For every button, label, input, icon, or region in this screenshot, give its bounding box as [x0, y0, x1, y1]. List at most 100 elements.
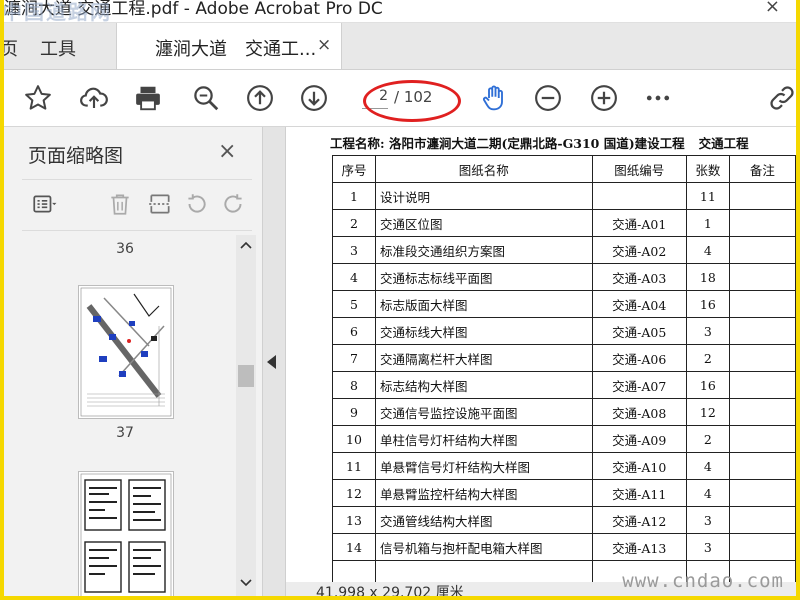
table-cell-sheets: 16 [685, 371, 730, 399]
table-cell-name: 交通隔离栏杆大样图 [374, 344, 593, 372]
table-cell-no: 3 [332, 236, 376, 264]
share-link-icon[interactable] [766, 82, 796, 114]
table-cell-name: 标志结构大样图 [374, 371, 593, 399]
table-row: 9 交通信号监控设施平面图 交通-A08 12 [332, 398, 796, 426]
page-up-icon[interactable] [244, 82, 276, 114]
window-close-button[interactable]: × [765, 0, 780, 17]
table-cell-name: 标准段交通组织方案图 [374, 236, 593, 264]
table-row: 2 交通区位图 交通-A01 1 [332, 209, 796, 237]
delete-page-icon[interactable] [104, 188, 136, 220]
star-icon[interactable] [22, 82, 54, 114]
document-view[interactable]: 工程名称: 洛阳市瀍涧大道二期(定鼎北路-G310 国道)建设工程 交通工程 序号… [286, 127, 796, 596]
table-cell-code: 交通-A03 [591, 263, 687, 291]
thumbnail-scrollbar[interactable] [236, 235, 256, 596]
acrobat-window: 瀍涧大道 交通工程.pdf - Adobe Acrobat Pro DC 中国道… [4, 0, 796, 596]
table-cell-note [728, 398, 796, 426]
table-cell-no: 14 [332, 533, 376, 561]
table-cell-note [728, 182, 796, 210]
table-cell-no: 4 [332, 263, 376, 291]
zoom-icon[interactable] [190, 82, 222, 114]
hand-icon[interactable] [478, 82, 510, 114]
tab-close-button[interactable]: × [317, 35, 331, 55]
table-cell-code: 交通-A04 [591, 290, 687, 318]
table-cell-no: 2 [332, 209, 376, 237]
table-cell-no: 10 [332, 425, 376, 453]
zoom-out-icon[interactable] [532, 82, 564, 114]
table-row: 6 交通标线大样图 交通-A05 3 [332, 317, 796, 345]
table-cell-no: 6 [332, 317, 376, 345]
table-cell-name: 设计说明 [374, 182, 593, 210]
more-icon[interactable] [642, 82, 674, 114]
table-cell-sheets: 12 [685, 398, 730, 426]
title-bar: 瀍涧大道 交通工程.pdf - Adobe Acrobat Pro DC 中国道… [4, 0, 796, 24]
cloud-upload-icon[interactable] [78, 82, 110, 114]
table-cell-code: 交通-A11 [591, 479, 687, 507]
table-cell-sheets: 4 [685, 452, 730, 480]
scroll-down-icon[interactable] [240, 579, 252, 587]
column-header: 图纸名称 [374, 155, 593, 183]
table-cell-code: 交通-A05 [591, 317, 687, 345]
options-menu-icon[interactable] [28, 188, 60, 220]
table-cell-name: 交通标线大样图 [374, 317, 593, 345]
tab-document[interactable]: 瀍涧大道 交通工... × [116, 23, 342, 69]
table-cell-no: 8 [332, 371, 376, 399]
highlight-circle-annotation [363, 80, 461, 122]
scroll-up-icon[interactable] [240, 241, 252, 249]
page-thumbnail[interactable] [78, 471, 174, 596]
panel-close-button[interactable]: × [218, 139, 236, 164]
tab-tools[interactable]: 工具 [40, 35, 76, 61]
collapse-arrow-icon [267, 355, 276, 369]
table-cell-sheets: 1 [685, 209, 730, 237]
table-cell-name: 交通管线结构大样图 [374, 506, 593, 534]
pdf-page: 工程名称: 洛阳市瀍涧大道二期(定鼎北路-G310 国道)建设工程 交通工程 序号… [286, 127, 796, 588]
table-cell-code: 交通-A06 [591, 344, 687, 372]
table-cell-code [591, 182, 687, 210]
zoom-in-icon[interactable] [588, 82, 620, 114]
table-cell-no: 1 [332, 182, 376, 210]
table-cell-name: 单悬臂信号灯杆结构大样图 [374, 452, 593, 480]
table-cell-note [728, 344, 796, 372]
extract-page-icon[interactable] [144, 188, 176, 220]
table-cell-sheets: 2 [685, 425, 730, 453]
table-cell-note [728, 317, 796, 345]
table-cell-code: 交通-A10 [591, 452, 687, 480]
table-cell-note [728, 425, 796, 453]
column-header: 序号 [332, 155, 376, 183]
table-row: 12 单悬臂监控杆结构大样图 交通-A11 4 [332, 479, 796, 507]
rotate-right-icon[interactable] [218, 188, 250, 220]
table-cell-note [728, 479, 796, 507]
table-cell-no: 7 [332, 344, 376, 372]
table-cell-note [728, 452, 796, 480]
thumbnail-page-number: 36 [116, 241, 134, 257]
rotate-left-icon[interactable] [180, 188, 212, 220]
table-cell-note [728, 533, 796, 561]
page-down-icon[interactable] [298, 82, 330, 114]
table-cell-code: 交通-A13 [591, 533, 687, 561]
table-cell-code: 交通-A02 [591, 236, 687, 264]
scrollbar-thumb[interactable] [238, 365, 254, 387]
tab-home[interactable]: 页 [4, 35, 18, 61]
page-thumbnail[interactable] [78, 285, 174, 419]
panel-collapse-handle[interactable] [263, 127, 286, 596]
table-row: 1 设计说明 11 [332, 182, 796, 210]
column-header: 图纸编号 [591, 155, 687, 183]
project-group: 交通工程 [698, 136, 749, 151]
table-cell-name: 单悬臂监控杆结构大样图 [374, 479, 593, 507]
thumbnail-list: 36 37 [14, 235, 236, 596]
table-row: 7 交通隔离栏杆大样图 交通-A06 2 [332, 344, 796, 372]
print-icon[interactable] [132, 82, 164, 114]
table-row: 8 标志结构大样图 交通-A07 16 [332, 371, 796, 399]
table-cell-sheets: 11 [685, 182, 730, 210]
column-header: 备注 [728, 155, 796, 183]
table-cell-no: 13 [332, 506, 376, 534]
thumbnails-panel: 页面缩略图 × 36 37 [4, 127, 263, 596]
table-cell-name: 交通信号监控设施平面图 [374, 398, 593, 426]
table-cell-sheets: 3 [685, 533, 730, 561]
thumbnail-toolbar [22, 179, 252, 231]
page-size-readout: 41.998 x 29.702 厘米 [316, 585, 464, 596]
table-row: 3 标准段交通组织方案图 交通-A02 4 [332, 236, 796, 264]
drawing-index-table: 序号 图纸名称 图纸编号 张数 备注 1 设计说明 11 2 交通区位图 交通-A01 1 3… [332, 155, 796, 588]
table-cell-name: 单柱信号灯杆结构大样图 [374, 425, 593, 453]
table-row: 11 单悬臂信号灯杆结构大样图 交通-A10 4 [332, 452, 796, 480]
project-name: 工程名称: 洛阳市瀍涧大道二期(定鼎北路-G310 国道)建设工程 [330, 136, 685, 151]
